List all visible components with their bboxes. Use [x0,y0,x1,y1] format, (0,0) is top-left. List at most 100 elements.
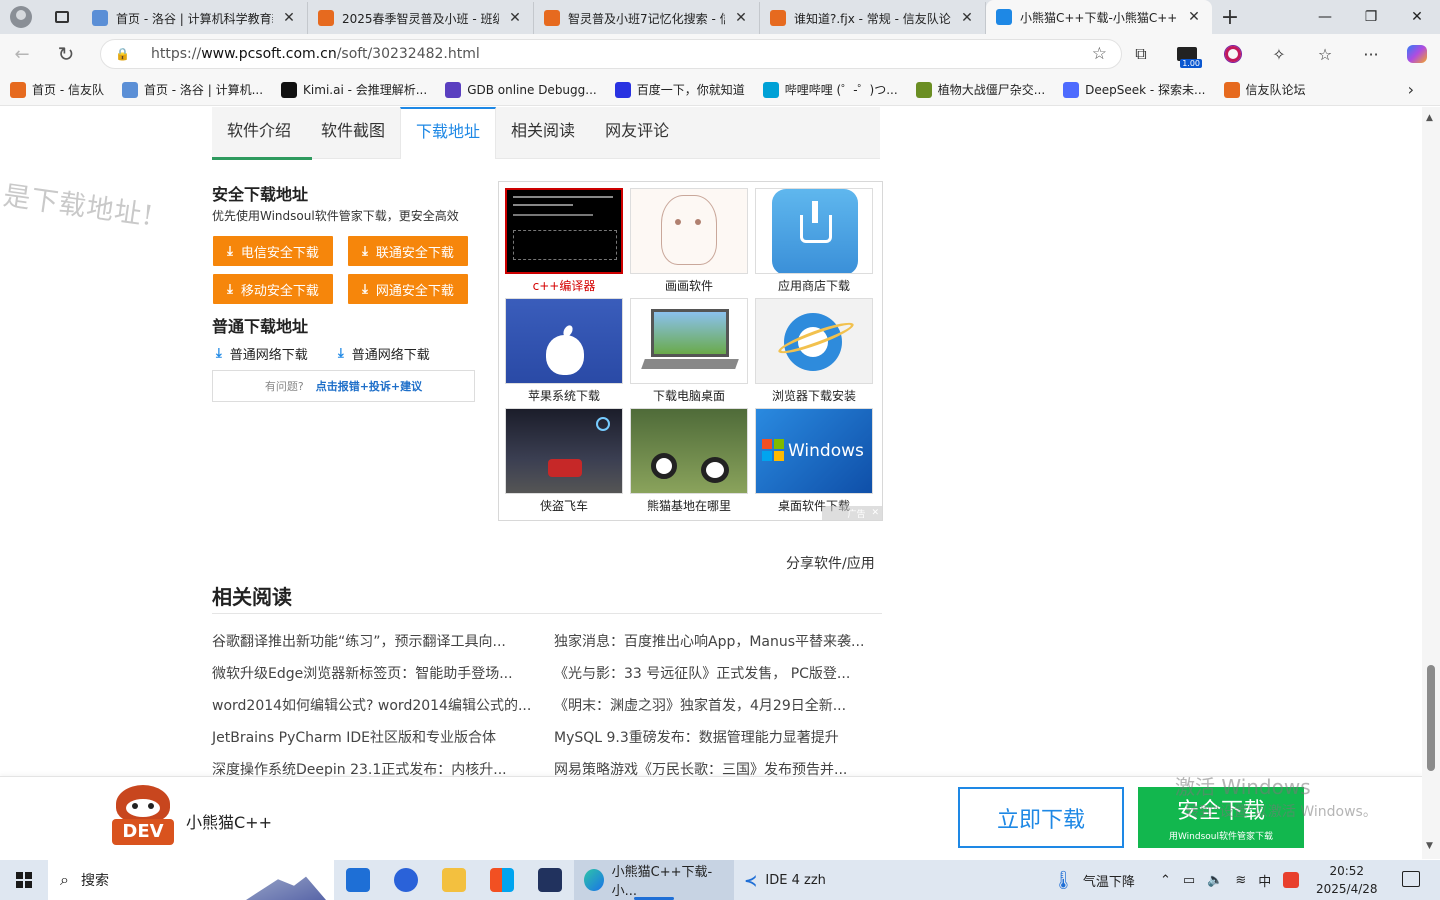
browser-tab[interactable]: 首页 - 洛谷 | 计算机科学教育新 ✕ [82,2,308,34]
bookmark-item[interactable]: GDB online Debugg... [445,81,597,98]
bookmark-item[interactable]: DeepSeek - 探索未... [1063,81,1206,98]
browser-tab[interactable]: 谁知道?.fjx - 常规 - 信友队论坛 ✕ [760,2,986,34]
sogou-ime-icon[interactable] [1283,872,1300,888]
ad-item[interactable]: 熊猫基地在哪里 [630,408,748,514]
favorite-star-icon[interactable]: ☆ [1092,44,1107,64]
taskbar-window-edge[interactable]: 小熊猫C++下载-小... [574,860,734,900]
browser-tab[interactable]: 小熊猫C++下载-小熊猫C++官方 ✕ [986,0,1212,34]
chevron-up-icon[interactable]: ⌃ [1160,873,1171,888]
ad-item[interactable]: c++编译器 [505,188,623,294]
mobile-safe-download-button[interactable]: ⤓ 移动安全下载 [213,274,333,304]
start-button[interactable] [0,860,48,900]
taskbar-app-devcpp[interactable] [526,860,574,900]
wifi-icon[interactable]: ≋ [1235,873,1246,888]
normal-download-link[interactable]: ⤓ 普通网络下载 [216,344,308,363]
netcom-safe-download-button[interactable]: ⤓ 网通安全下载 [348,274,468,304]
nav-tab[interactable]: 软件截图 [306,107,400,159]
bookmark-favicon-icon [1063,81,1080,98]
bookmark-item[interactable]: 信友队论坛 [1223,81,1306,98]
related-article-link[interactable]: word2014如何编辑公式? word2014编辑公式的... [212,695,531,715]
close-icon[interactable]: ✕ [733,10,749,26]
close-icon[interactable]: ✕ [281,10,297,26]
close-icon[interactable]: ✕ [871,508,879,518]
taskbar-app-photos[interactable] [334,860,382,900]
nav-tab[interactable]: 软件介绍 [212,107,306,159]
tab-actions-button[interactable] [42,0,82,34]
download-now-button[interactable]: 立即下载 [958,787,1124,848]
maximize-button[interactable]: ❐ [1348,0,1394,34]
copilot-icon[interactable] [1394,34,1440,74]
ad-item[interactable]: 苹果系统下载 [505,298,623,404]
related-article-link[interactable]: 《明末：渊虚之羽》独家首发，4月29日全新... [554,695,846,715]
favorites-icon[interactable]: ☆ [1302,34,1348,74]
system-tray: ⌃ ▭ 🔈 ≋ 中 [1160,860,1300,900]
close-icon[interactable]: ✕ [959,10,975,26]
extensions-puzzle-icon[interactable]: ✧ [1256,34,1302,74]
related-article-link[interactable]: 微软升级Edge浏览器新标签页：智能助手登场... [212,663,513,683]
share-link[interactable]: 分享软件/应用 [786,553,875,573]
extension-monitor-icon[interactable]: 1.00 [1164,34,1210,74]
related-article-link[interactable]: MySQL 9.3重磅发布：数据管理能力显著提升 [554,727,839,747]
nav-tab[interactable]: 下载地址 [400,107,497,159]
refresh-button[interactable]: ↻ [44,34,88,74]
color-extension-icon[interactable] [1210,34,1256,74]
ad-item[interactable]: 侠盗飞车 [505,408,623,514]
report-link[interactable]: 点击报错+投诉+建议 [316,378,422,394]
tab-title: 2025春季智灵普及小班 - 班级详 [342,11,499,26]
bookmark-item[interactable]: Kimi.ai - 会推理解析... [281,81,427,98]
bookmark-item[interactable]: 植物大战僵尸杂交... [915,81,1045,98]
telecom-safe-download-button[interactable]: ⤓ 电信安全下载 [213,236,333,266]
ad-item[interactable]: Windows 桌面软件下载 [755,408,873,514]
close-icon[interactable]: ✕ [1186,9,1202,25]
terminal-thumbnail [505,188,623,274]
nav-tab[interactable]: 网友评论 [590,107,684,159]
ad-item[interactable]: 应用商店下载 [755,188,873,294]
ad-item[interactable]: 画画软件 [630,188,748,294]
page-scrollbar[interactable]: ▲ ▼ [1422,107,1440,859]
scroll-thumb[interactable] [1427,665,1435,771]
taskbar-clock[interactable]: 20:52 2025/4/28 [1316,862,1378,898]
notification-icon[interactable] [1402,871,1420,887]
related-article-link[interactable]: JetBrains PyCharm IDE社区版和专业版合体 [212,727,496,747]
ad-item[interactable]: 浏览器下载安装 [755,298,873,404]
store-icon [490,868,514,892]
taskbar-app-store[interactable] [478,860,526,900]
more-menu-icon[interactable]: ··· [1348,34,1394,74]
scroll-down-icon[interactable]: ▼ [1426,841,1433,851]
browser-tab[interactable]: 智灵普及小班7记忆化搜索 - 信 ✕ [534,2,760,34]
bookmark-item[interactable]: 哔哩哔哩 (゜-゜)つ... [762,81,898,98]
bookmark-item[interactable]: 百度一下，你就知道 [614,81,745,98]
normal-download-link[interactable]: ⤓ 普通网络下载 [338,344,430,363]
browser-tab[interactable]: 2025春季智灵普及小班 - 班级详 ✕ [308,2,534,34]
profile-avatar[interactable] [0,0,42,34]
toolbar-right-icons: ⧉ 1.00 ✧ ☆ ··· [1118,34,1440,74]
new-tab-button[interactable]: + [1212,0,1248,34]
ad-item[interactable]: 下载电脑桌面 [630,298,748,404]
close-window-button[interactable]: ✕ [1394,0,1440,34]
taskbar-window-ide[interactable]: ≺ IDE 4 zzh [734,860,836,900]
weather-widget[interactable]: 🌡 气温下降 [1052,860,1135,900]
address-bar[interactable]: 🔒 https://www.pcsoft.com.cn/soft/3023248… [100,39,1122,69]
collections-icon[interactable]: ⧉ [1118,34,1164,74]
taskbar-app-explorer[interactable] [430,860,478,900]
minimize-button[interactable]: — [1302,0,1348,34]
battery-icon[interactable]: ▭ [1183,873,1195,888]
related-article-link[interactable]: 谷歌翻译推出新功能“练习”，预示翻译工具向... [212,631,506,651]
close-icon[interactable]: ✕ [507,10,523,26]
nav-tab[interactable]: 相关阅读 [496,107,590,159]
ad-caption: 侠盗飞车 [539,499,588,513]
taskbar-app-browser[interactable] [382,860,430,900]
chevron-right-icon[interactable]: › [1408,80,1414,99]
scroll-up-icon[interactable]: ▲ [1426,113,1433,123]
bookmark-item[interactable]: 首页 - 信友队 [10,81,104,98]
back-button[interactable]: ← [0,34,44,74]
unicom-safe-download-button[interactable]: ⤓ 联通安全下载 [348,236,468,266]
window-label: 小熊猫C++下载-小... [611,865,713,899]
bookmark-favicon-icon [10,81,26,98]
ime-indicator[interactable]: 中 [1258,871,1271,890]
volume-icon[interactable]: 🔈 [1207,873,1223,888]
related-article-link[interactable]: 《光与影：33 号远征队》正式发售， PC版登... [554,663,850,683]
related-article-link[interactable]: 独家消息：百度推出心响App，Manus平替来袭... [554,631,864,651]
taskbar-search[interactable]: ⌕ 搜索 [48,860,334,900]
bookmark-item[interactable]: 首页 - 洛谷 | 计算机... [121,81,263,98]
